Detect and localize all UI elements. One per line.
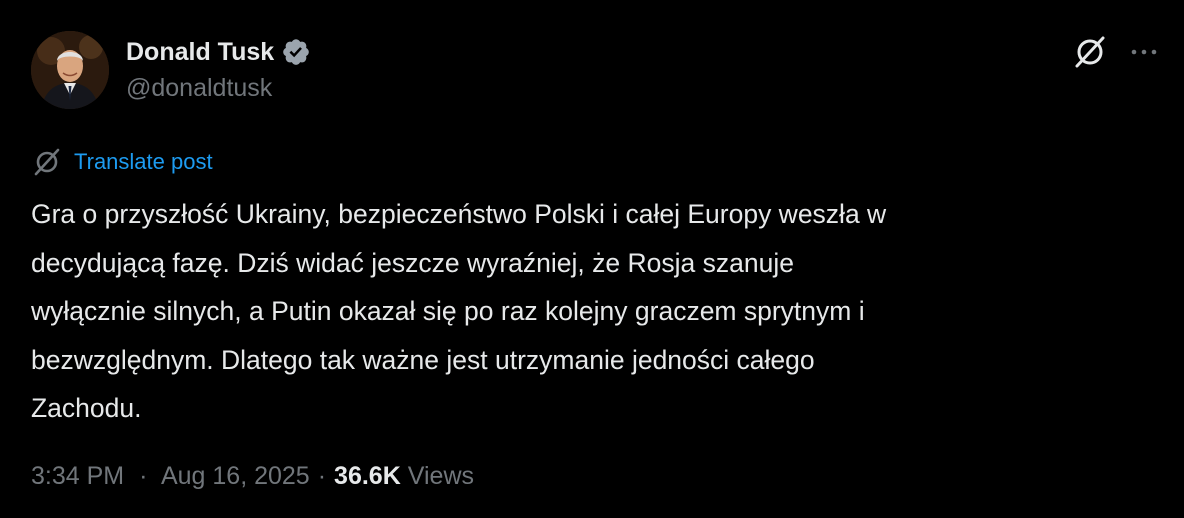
post-timestamp[interactable]: 3:34 PM · Aug 16, 2025 bbox=[31, 462, 310, 491]
author-name-row: Donald Tusk bbox=[126, 35, 311, 69]
translate-icon bbox=[31, 146, 63, 178]
author-handle[interactable]: @donaldtusk bbox=[126, 74, 272, 103]
post-text-line: Gra o przyszłość Ukrainy, bezpieczeństwo… bbox=[31, 199, 887, 229]
post-time: 3:34 PM bbox=[31, 462, 125, 490]
more-icon[interactable] bbox=[1126, 34, 1162, 70]
avatar[interactable] bbox=[31, 31, 109, 109]
translate-post-label: Translate post bbox=[74, 149, 213, 174]
post-text-line: Zachodu. bbox=[31, 393, 142, 424]
post-text-line: wyłącznie silnych, a Putin okazał się po… bbox=[31, 296, 865, 327]
tweet-card: Donald Tusk @donaldtusk Translate post G… bbox=[0, 0, 1184, 518]
post-text-line: bezwzględnym. Dlatego tak ważne jest utr… bbox=[31, 344, 815, 375]
post-date: Aug 16, 2025 bbox=[160, 462, 310, 490]
translate-post-link[interactable]: Translate post bbox=[31, 145, 213, 179]
views-count: 36.6K bbox=[334, 462, 401, 490]
post-meta: 3:34 PM · Aug 16, 2025 · 36.6K Views bbox=[31, 462, 474, 491]
verified-badge-icon[interactable] bbox=[281, 37, 311, 67]
views-link[interactable]: 36.6K Views bbox=[334, 462, 474, 491]
post-text: Gra o przyszłość Ukrainy, bezpieczeństwo… bbox=[31, 190, 1161, 433]
author-display-name[interactable]: Donald Tusk bbox=[126, 38, 274, 67]
grok-icon[interactable] bbox=[1071, 33, 1109, 71]
meta-separator: · bbox=[139, 462, 148, 490]
meta-separator: · bbox=[317, 462, 327, 490]
post-text-line: decydującą fazę. Dziś widać jeszcze wyra… bbox=[31, 247, 794, 278]
views-label: Views bbox=[407, 462, 475, 490]
avatar-image bbox=[31, 31, 109, 109]
